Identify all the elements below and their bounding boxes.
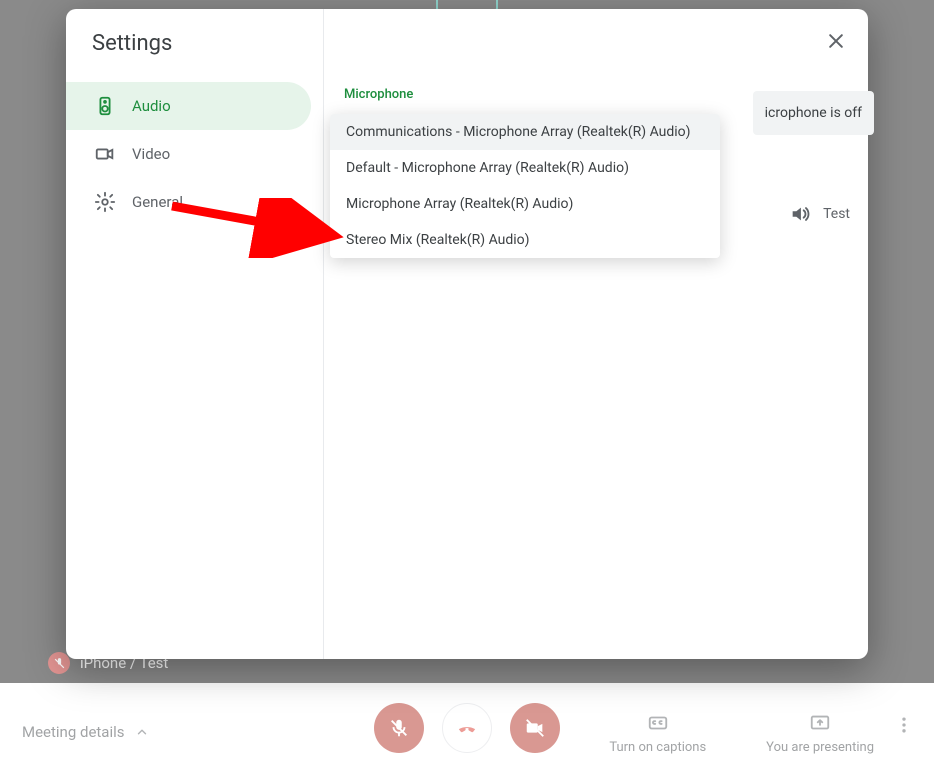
settings-dialog: Settings Audio Video General Microphone bbox=[66, 9, 868, 659]
meeting-details-button[interactable]: Meeting details bbox=[22, 723, 149, 741]
microphone-dropdown: Communications - Microphone Array (Realt… bbox=[330, 114, 720, 258]
settings-title: Settings bbox=[66, 31, 323, 82]
sidebar-item-label: General bbox=[132, 193, 183, 211]
sidebar-item-label: Video bbox=[132, 145, 170, 163]
bottom-bar: Meeting details Tur bbox=[0, 683, 934, 775]
captions-button[interactable]: Turn on captions bbox=[609, 712, 706, 755]
speaker-icon bbox=[94, 95, 116, 117]
hangup-button[interactable] bbox=[442, 703, 492, 753]
present-label: You are presenting bbox=[766, 740, 874, 755]
sidebar-item-video[interactable]: Video bbox=[66, 130, 311, 178]
meeting-details-label: Meeting details bbox=[22, 723, 125, 741]
camera-button[interactable] bbox=[510, 703, 560, 753]
call-controls bbox=[374, 703, 560, 753]
present-button[interactable]: You are presenting bbox=[766, 712, 874, 755]
dropdown-option[interactable]: Communications - Microphone Array (Realt… bbox=[330, 114, 720, 150]
captions-label: Turn on captions bbox=[609, 740, 706, 755]
settings-main: Microphone icrophone is off Test bbox=[324, 9, 868, 659]
microphone-status-text: icrophone is off bbox=[765, 105, 862, 121]
sidebar-item-general[interactable]: General bbox=[66, 178, 311, 226]
chevron-up-icon bbox=[135, 725, 149, 739]
close-button[interactable] bbox=[822, 27, 850, 55]
dropdown-option[interactable]: Default - Microphone Array (Realtek(R) A… bbox=[330, 150, 720, 186]
settings-sidebar: Settings Audio Video General bbox=[66, 9, 324, 659]
microphone-status-pill: icrophone is off bbox=[753, 91, 874, 135]
sidebar-item-audio[interactable]: Audio bbox=[66, 82, 311, 130]
dropdown-option[interactable]: Microphone Array (Realtek(R) Audio) bbox=[330, 186, 720, 222]
present-icon bbox=[809, 712, 831, 734]
volume-icon bbox=[789, 203, 811, 225]
mute-button[interactable] bbox=[374, 703, 424, 753]
test-speaker-button[interactable]: Test bbox=[789, 203, 850, 225]
right-actions: Turn on captions You are presenting bbox=[609, 712, 874, 755]
more-options-button[interactable] bbox=[894, 715, 914, 739]
captions-icon bbox=[647, 712, 669, 734]
gear-icon bbox=[94, 191, 116, 213]
dropdown-option[interactable]: Stereo Mix (Realtek(R) Audio) bbox=[330, 222, 720, 258]
sidebar-item-label: Audio bbox=[132, 97, 171, 115]
test-label: Test bbox=[823, 206, 850, 222]
video-icon bbox=[94, 143, 116, 165]
close-icon bbox=[826, 31, 846, 51]
kebab-icon bbox=[894, 715, 914, 735]
